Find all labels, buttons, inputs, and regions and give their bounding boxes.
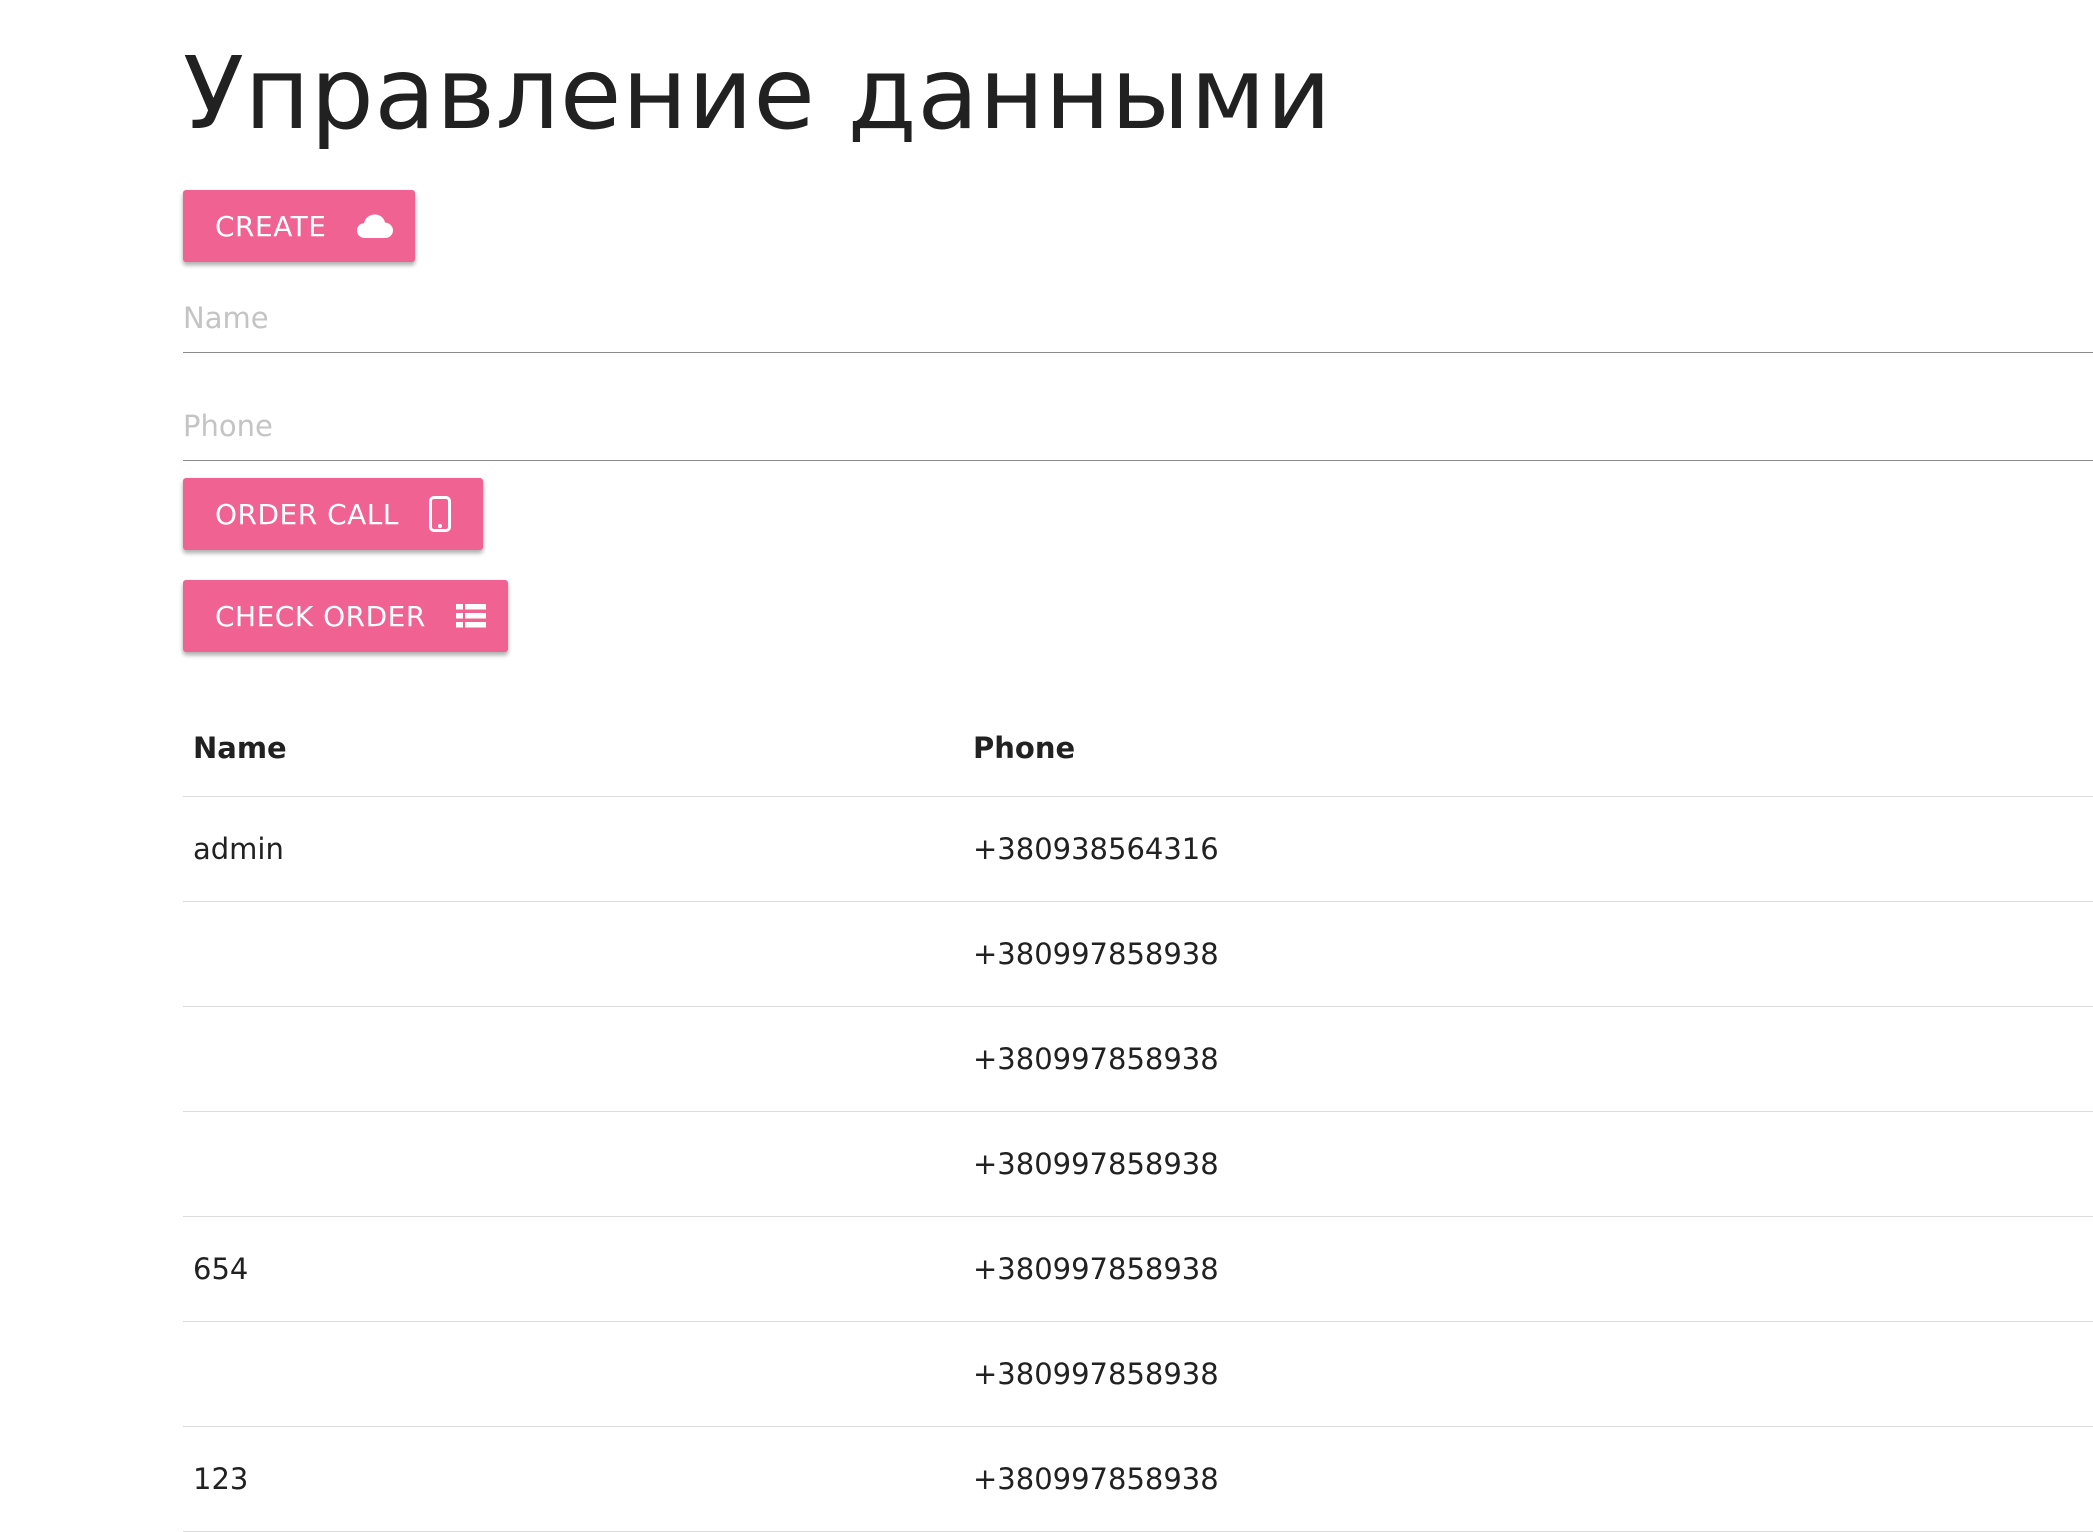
data-table: Name Phone admin +380938564316 +38099785… bbox=[183, 700, 2093, 1532]
phone-field[interactable] bbox=[183, 391, 2093, 461]
phone-input[interactable] bbox=[183, 391, 2093, 460]
cell-phone: +380938564316 bbox=[963, 796, 2093, 902]
mobile-phone-icon bbox=[429, 496, 452, 532]
create-button[interactable]: CREATE bbox=[183, 190, 415, 262]
name-field[interactable] bbox=[183, 283, 2093, 353]
column-header-name: Name bbox=[183, 700, 963, 797]
list-icon bbox=[455, 604, 486, 628]
check-order-button[interactable]: CHECK ORDER bbox=[183, 580, 508, 652]
check-order-button-label: CHECK ORDER bbox=[215, 599, 426, 633]
page-title: Управление данными bbox=[183, 35, 1332, 152]
table-row: 654 +380997858938 bbox=[183, 1216, 2093, 1322]
cell-name: 654 bbox=[183, 1216, 963, 1322]
table-row: +380997858938 bbox=[183, 901, 2093, 1007]
table-row: +380997858938 bbox=[183, 1006, 2093, 1112]
order-call-button[interactable]: ORDER CALL bbox=[183, 478, 483, 550]
table-row: 123 +380997858938 bbox=[183, 1426, 2093, 1532]
cell-name bbox=[183, 1321, 963, 1427]
cloud-icon bbox=[356, 213, 394, 239]
cell-phone: +380997858938 bbox=[963, 1006, 2093, 1112]
cell-name bbox=[183, 1006, 963, 1112]
cell-name: 123 bbox=[183, 1426, 963, 1532]
create-button-label: CREATE bbox=[215, 209, 327, 243]
order-call-button-label: ORDER CALL bbox=[215, 497, 400, 531]
column-header-phone: Phone bbox=[963, 700, 2093, 797]
cell-name: admin bbox=[183, 796, 963, 902]
cell-phone: +380997858938 bbox=[963, 1216, 2093, 1322]
cell-phone: +380997858938 bbox=[963, 1321, 2093, 1427]
cell-phone: +380997858938 bbox=[963, 1111, 2093, 1217]
cell-phone: +380997858938 bbox=[963, 1426, 2093, 1532]
table-header-row: Name Phone bbox=[183, 700, 2093, 797]
name-input[interactable] bbox=[183, 283, 2093, 352]
cell-phone: +380997858938 bbox=[963, 901, 2093, 1007]
table-row: +380997858938 bbox=[183, 1111, 2093, 1217]
table-row: +380997858938 bbox=[183, 1321, 2093, 1427]
table-row: admin +380938564316 bbox=[183, 796, 2093, 902]
cell-name bbox=[183, 1111, 963, 1217]
cell-name bbox=[183, 901, 963, 1007]
